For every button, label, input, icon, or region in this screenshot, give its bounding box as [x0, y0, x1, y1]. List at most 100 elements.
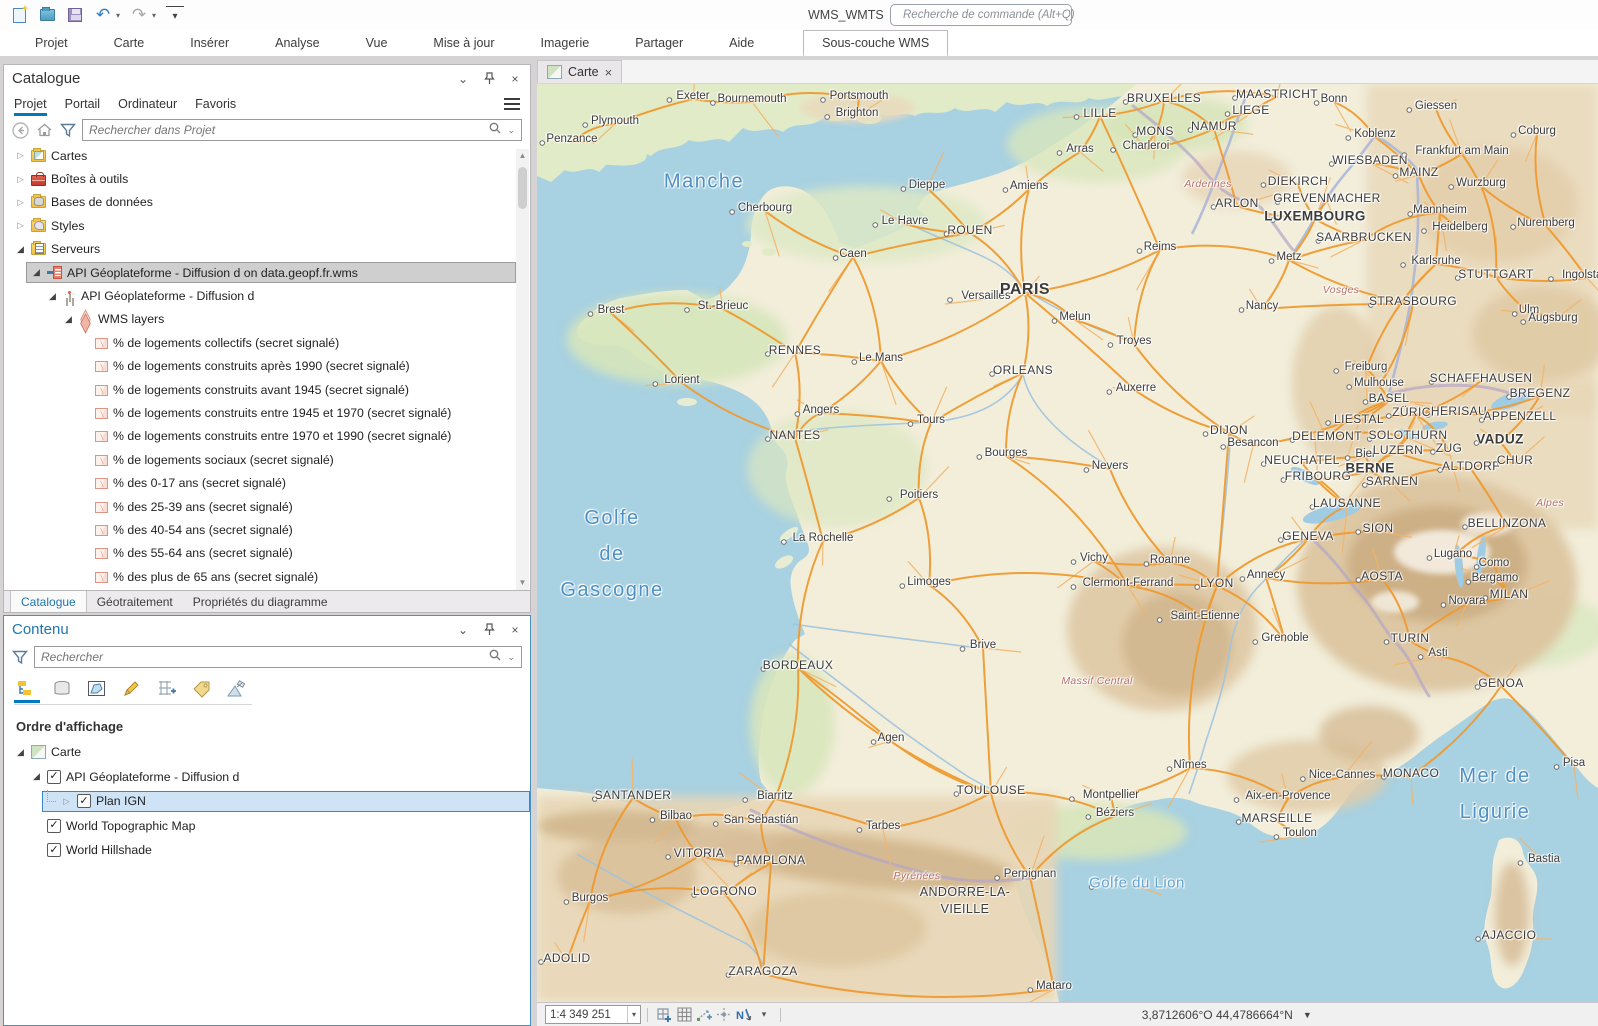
more-chevron-icon[interactable]: ▾ — [754, 1005, 774, 1025]
visibility-checkbox[interactable]: ✓ — [47, 843, 61, 857]
tree-row[interactable]: % des 25-39 ans (secret signalé) — [4, 495, 516, 518]
visibility-checkbox[interactable]: ✓ — [77, 794, 91, 808]
north-arrow-icon[interactable]: N — [734, 1005, 754, 1025]
scrollbar-thumb[interactable] — [518, 167, 527, 209]
list-by-labeling-icon[interactable] — [189, 677, 215, 703]
tree-row[interactable]: % de logements collectifs (secret signal… — [4, 331, 516, 354]
home-icon[interactable] — [34, 120, 54, 140]
close-view-icon[interactable]: × — [605, 65, 613, 80]
pin-icon[interactable] — [482, 72, 496, 86]
catalogue-tab-ordinateur[interactable]: Ordinateur — [118, 92, 177, 116]
tree-row[interactable]: ◢WMS layers — [4, 308, 516, 331]
filter-icon[interactable] — [58, 120, 78, 140]
tree-row[interactable]: % de logements construits avant 1945 (se… — [4, 378, 516, 401]
ribbon-tab-imagerie[interactable]: Imagerie — [518, 30, 613, 56]
expander-expanded-icon[interactable]: ◢ — [15, 747, 26, 758]
list-by-editing-icon[interactable] — [119, 677, 145, 703]
undo-icon[interactable]: ↶ — [94, 6, 112, 24]
ribbon-tab-partager[interactable]: Partager — [612, 30, 706, 56]
dock-tab-g-otraitement[interactable]: Géotraitement — [87, 591, 183, 612]
catalogue-scrollbar[interactable]: ▲ ▼ — [516, 149, 529, 590]
tree-row[interactable]: % des 40-54 ans (secret signalé) — [4, 518, 516, 541]
expander-expanded-icon[interactable]: ◢ — [63, 314, 74, 325]
catalogue-tab-portail[interactable]: Portail — [65, 92, 100, 116]
expander-collapsed-icon[interactable]: ▷ — [61, 796, 72, 807]
list-by-snapping-icon[interactable] — [154, 677, 180, 703]
ribbon-tab-sous-couche-wms[interactable]: Sous-couche WMS — [803, 30, 948, 56]
pause-drawing-icon[interactable] — [714, 1005, 734, 1025]
expander-expanded-icon[interactable]: ◢ — [31, 267, 42, 278]
map-canvas[interactable]: PenzancePlymouthExeterBournemouthPortsmo… — [537, 84, 1598, 1002]
expander-expanded-icon[interactable]: ◢ — [31, 771, 42, 782]
ribbon-tab-ins-rer[interactable]: Insérer — [167, 30, 252, 56]
ribbon-tab-vue[interactable]: Vue — [343, 30, 411, 56]
contents-search-input[interactable] — [41, 650, 483, 664]
list-by-perspective-icon[interactable] — [224, 677, 250, 703]
command-search-box[interactable]: Recherche de commande (Alt+Q) — [890, 4, 1072, 26]
tree-row[interactable]: ◢API Géoplateforme - Diffusion d on data… — [4, 261, 516, 284]
expander-collapsed-icon[interactable]: ▷ — [15, 174, 26, 185]
expander-expanded-icon[interactable]: ◢ — [47, 291, 58, 302]
map-view-tab[interactable]: Carte × — [537, 60, 622, 83]
tree-row[interactable]: ✓World Hillshade — [4, 838, 530, 863]
catalogue-search-input[interactable] — [89, 123, 483, 137]
catalogue-tab-favoris[interactable]: Favoris — [195, 92, 236, 116]
list-by-data-source-icon[interactable] — [49, 677, 75, 703]
ribbon-tab-analyse[interactable]: Analyse — [252, 30, 342, 56]
undo-dropdown-icon[interactable]: ▾ — [116, 11, 120, 20]
tree-row[interactable]: ◢✓API Géoplateforme - Diffusion d — [4, 765, 530, 790]
expander-expanded-icon[interactable]: ◢ — [15, 244, 26, 255]
tree-row[interactable]: ▷Boîtes à outils — [4, 167, 516, 190]
close-icon[interactable]: × — [508, 72, 522, 86]
tree-row[interactable]: % de logements construits entre 1970 et … — [4, 425, 516, 448]
customize-quick-access-icon[interactable]: ▾ — [166, 6, 184, 24]
list-by-selection-icon[interactable] — [84, 677, 110, 703]
search-options-chevron-icon[interactable]: ⌄ — [507, 652, 515, 663]
tree-row[interactable]: ▷Bases de données — [4, 191, 516, 214]
expander-collapsed-icon[interactable]: ▷ — [15, 220, 26, 231]
tree-row[interactable]: ✓World Topographic Map — [4, 814, 530, 839]
coordinates-chevron-icon[interactable]: ▼ — [1303, 1010, 1312, 1020]
pane-menu-chevron-icon[interactable]: ⌄ — [456, 72, 470, 86]
tree-row[interactable]: % des 0-17 ans (secret signalé) — [4, 471, 516, 494]
visibility-checkbox[interactable]: ✓ — [47, 819, 61, 833]
tree-row[interactable]: ▷Cartes — [4, 144, 516, 167]
pin-icon[interactable] — [482, 623, 496, 637]
tree-row[interactable]: % de logements construits après 1990 (se… — [4, 355, 516, 378]
tree-row[interactable]: ◢Carte — [4, 740, 530, 765]
tree-row[interactable]: % des 55-64 ans (secret signalé) — [4, 542, 516, 565]
menu-hamburger-icon[interactable] — [504, 95, 520, 113]
dock-tab-propri-t-s-du-diagramme[interactable]: Propriétés du diagramme — [183, 591, 338, 612]
coordinates-display[interactable]: 3,8712606°O 44,4786664°N ▼ — [1142, 1008, 1312, 1022]
visibility-checkbox[interactable]: ✓ — [47, 770, 61, 784]
expander-collapsed-icon[interactable]: ▷ — [15, 150, 26, 161]
filter-icon[interactable] — [10, 647, 30, 667]
search-options-chevron-icon[interactable]: ⌄ — [507, 125, 515, 136]
scale-dropdown[interactable]: 1:4 349 251 ▾ — [545, 1005, 641, 1024]
graticule-icon[interactable] — [674, 1005, 694, 1025]
expander-collapsed-icon[interactable]: ▷ — [15, 197, 26, 208]
ribbon-tab-projet[interactable]: Projet — [12, 30, 91, 56]
tree-row[interactable]: ◢Serveurs — [4, 238, 516, 261]
close-icon[interactable]: × — [508, 623, 522, 637]
back-arrow-icon[interactable] — [10, 120, 30, 140]
tree-row[interactable]: % des plus de 65 ans (secret signalé) — [4, 565, 516, 587]
save-project-icon[interactable] — [66, 6, 84, 24]
catalogue-tab-projet[interactable]: Projet — [14, 92, 47, 116]
redo-dropdown-icon[interactable]: ▾ — [152, 11, 156, 20]
tree-row[interactable]: ◢API Géoplateforme - Diffusion d — [4, 284, 516, 307]
tree-row[interactable]: ▷✓Plan IGN — [4, 789, 530, 814]
ribbon-tab-mise-jour[interactable]: Mise à jour — [410, 30, 517, 56]
tree-row[interactable]: ▷Styles — [4, 214, 516, 237]
snapping-icon[interactable] — [694, 1005, 714, 1025]
ribbon-tab-aide[interactable]: Aide — [706, 30, 777, 56]
tree-row[interactable]: % de logements sociaux (secret signalé) — [4, 448, 516, 471]
grid-add-icon[interactable] — [654, 1005, 674, 1025]
ribbon-tab-carte[interactable]: Carte — [91, 30, 168, 56]
scroll-down-icon[interactable]: ▼ — [516, 576, 529, 590]
open-project-icon[interactable] — [38, 6, 56, 24]
new-project-icon[interactable] — [10, 6, 28, 24]
search-icon[interactable] — [489, 648, 501, 666]
tree-row[interactable]: % de logements construits entre 1945 et … — [4, 401, 516, 424]
search-icon[interactable] — [489, 121, 501, 139]
